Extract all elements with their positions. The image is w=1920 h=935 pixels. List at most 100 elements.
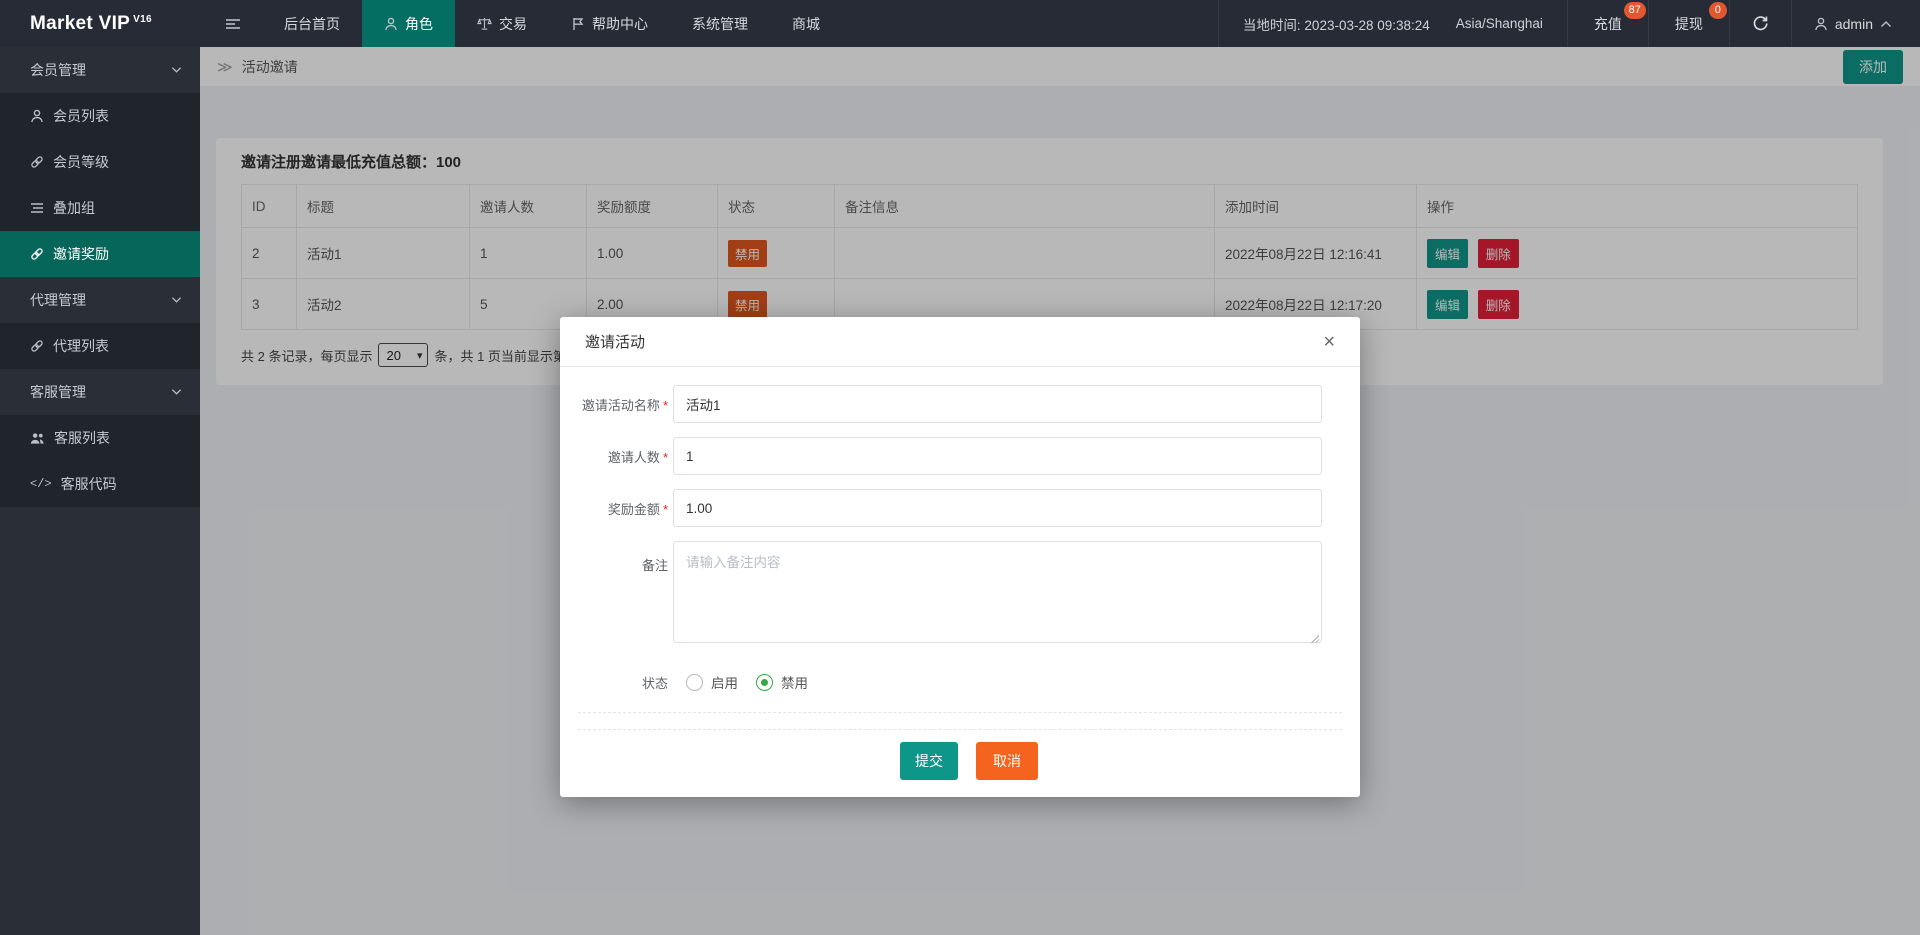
radio-icon (686, 674, 703, 691)
user-dropdown[interactable]: admin (1791, 0, 1920, 47)
modal-body: 邀请活动名称* 邀请人数* 奖励金额* 备注 状态 启用 (560, 367, 1360, 780)
link-icon (30, 339, 44, 353)
nav-item-help-center[interactable]: 帮助中心 (549, 0, 670, 47)
user-avatar-icon (1814, 17, 1828, 31)
sidebar-item-label: 叠加组 (53, 198, 95, 218)
field-label: 备注 (578, 555, 668, 574)
form-row-remark: 备注 (578, 541, 1360, 648)
nav-item-label: 后台首页 (284, 14, 340, 34)
modal-header: 邀请活动 × (560, 317, 1360, 367)
recharge-menu-item[interactable]: 充值 87 (1567, 0, 1648, 47)
nav-item-trade[interactable]: 交易 (455, 0, 549, 47)
sidebar-collapse-button[interactable] (212, 0, 254, 47)
local-time-text: 当地时间: 2023-03-28 09:38:24 (1243, 14, 1430, 34)
top-navbar: Market VIP V16 后台首页 角色 交易 帮助中心 (0, 0, 1920, 47)
sidebar-item-agent-list[interactable]: 代理列表 (0, 323, 200, 369)
nav-item-mall[interactable]: 商城 (770, 0, 842, 47)
hamburger-icon (225, 16, 241, 32)
sidebar-group-service-management[interactable]: 客服管理 (0, 369, 200, 415)
sidebar-group-label: 会员管理 (30, 60, 171, 80)
chevron-down-icon (171, 66, 182, 74)
reward-amount-input[interactable] (673, 489, 1322, 527)
radio-option-enabled[interactable]: 启用 (686, 672, 738, 692)
submit-button[interactable]: 提交 (900, 742, 958, 780)
radio-label: 启用 (711, 672, 738, 692)
withdraw-badge: 0 (1709, 2, 1727, 19)
sidebar-item-member-list[interactable]: 会员列表 (0, 93, 200, 139)
activity-name-input[interactable] (673, 385, 1322, 423)
radio-option-disabled[interactable]: 禁用 (756, 672, 808, 692)
flag-icon (571, 17, 585, 31)
field-label: 奖励金额* (578, 499, 668, 518)
main-menu: 后台首页 角色 交易 帮助中心 系统管理 商城 (262, 0, 842, 47)
nav-item-label: 商城 (792, 14, 820, 34)
sidebar-item-member-level[interactable]: 会员等级 (0, 139, 200, 185)
sidebar-item-label: 客服代码 (61, 474, 117, 494)
nav-item-label: 交易 (499, 14, 527, 34)
username: admin (1835, 16, 1873, 32)
divider (578, 729, 1342, 730)
chevron-up-icon (1880, 20, 1892, 28)
layers-icon (30, 201, 44, 215)
local-time: 当地时间: 2023-03-28 09:38:24 Asia/Shanghai (1218, 0, 1567, 47)
close-icon[interactable]: × (1323, 332, 1335, 352)
cancel-button[interactable]: 取消 (976, 742, 1038, 780)
sidebar-item-label: 邀请奖励 (53, 244, 109, 264)
form-row-reward-amount: 奖励金额* (578, 489, 1360, 527)
radio-label: 禁用 (781, 672, 808, 692)
timezone-text: Asia/Shanghai (1456, 16, 1543, 31)
app-logo-text: Market VIP (30, 13, 130, 35)
remark-textarea-wrap (673, 541, 1322, 648)
sidebar-item-service-list[interactable]: 客服列表 (0, 415, 200, 461)
person-icon (384, 17, 398, 31)
required-asterisk: * (663, 450, 668, 465)
chevron-down-icon (171, 296, 182, 304)
person-icon (30, 109, 44, 123)
sidebar: 会员管理 会员列表 会员等级 叠加组 邀请奖励 代理管理 (0, 47, 200, 935)
remark-textarea[interactable] (673, 541, 1322, 643)
sidebar-item-label: 会员列表 (53, 106, 109, 126)
recharge-badge: 87 (1624, 2, 1646, 19)
required-asterisk: * (663, 398, 668, 413)
navbar-right: 当地时间: 2023-03-28 09:38:24 Asia/Shanghai … (1218, 0, 1920, 47)
divider (578, 712, 1342, 713)
sidebar-group-member-management[interactable]: 会员管理 (0, 47, 200, 93)
withdraw-menu-item[interactable]: 提现 0 (1648, 0, 1729, 47)
invite-count-input[interactable] (673, 437, 1322, 475)
sidebar-item-invite-reward[interactable]: 邀请奖励 (0, 231, 200, 277)
sidebar-item-label: 会员等级 (53, 152, 109, 172)
sidebar-group-agent-management[interactable]: 代理管理 (0, 277, 200, 323)
nav-item-dashboard[interactable]: 后台首页 (262, 0, 362, 47)
sidebar-item-label: 代理列表 (53, 336, 109, 356)
sidebar-group-label: 代理管理 (30, 290, 171, 310)
status-label: 状态 (578, 673, 668, 692)
sidebar-group-label: 客服管理 (30, 382, 171, 402)
chevron-down-icon (171, 388, 182, 396)
sidebar-item-stack-group[interactable]: 叠加组 (0, 185, 200, 231)
recharge-label: 充值 (1594, 14, 1622, 34)
scales-icon (477, 16, 492, 31)
sidebar-item-label: 客服列表 (54, 428, 110, 448)
form-row-status: 状态 启用 禁用 (578, 672, 1360, 692)
users-icon (30, 432, 45, 445)
required-asterisk: * (663, 502, 668, 517)
form-row-invite-count: 邀请人数* (578, 437, 1360, 475)
nav-item-roles[interactable]: 角色 (362, 0, 455, 47)
form-row-activity-name: 邀请活动名称* (578, 385, 1360, 423)
refresh-icon (1752, 15, 1769, 32)
nav-item-label: 系统管理 (692, 14, 748, 34)
field-label: 邀请活动名称* (578, 395, 668, 414)
modal-footer: 提交 取消 (578, 742, 1360, 780)
modal-title: 邀请活动 (585, 331, 645, 352)
app-logo-version: V16 (133, 14, 152, 25)
refresh-button[interactable] (1729, 0, 1791, 47)
invite-activity-modal: 邀请活动 × 邀请活动名称* 邀请人数* 奖励金额* 备注 状态 启用 (560, 317, 1360, 797)
withdraw-label: 提现 (1675, 14, 1703, 34)
code-icon: </> (30, 477, 52, 491)
nav-item-system[interactable]: 系统管理 (670, 0, 770, 47)
sidebar-item-service-code[interactable]: </> 客服代码 (0, 461, 200, 507)
link-icon (30, 247, 44, 261)
nav-item-label: 帮助中心 (592, 14, 648, 34)
field-label: 邀请人数* (578, 447, 668, 466)
link-icon (30, 155, 44, 169)
